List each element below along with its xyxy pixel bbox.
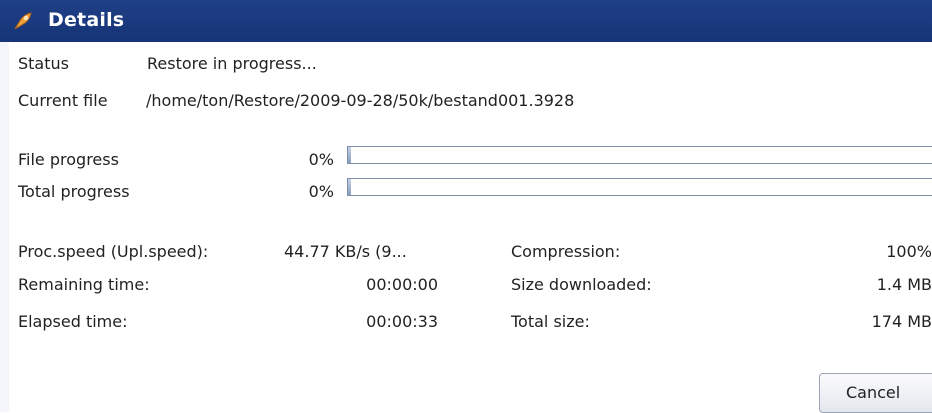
total-size-value: 174 MB bbox=[871, 312, 932, 331]
current-file-path: /home/ton/Restore/2009-09-28/50k/bestand… bbox=[146, 91, 575, 110]
proc-speed-value: 44.77 KB/s (9... bbox=[284, 242, 407, 261]
status-value: Restore in progress... bbox=[147, 54, 317, 73]
remaining-time-label: Remaining time: bbox=[18, 275, 150, 294]
cancel-button[interactable]: Cancel bbox=[819, 373, 932, 413]
proc-speed-label: Proc.speed (Upl.speed): bbox=[18, 242, 209, 261]
remaining-time-value: 00:00:00 bbox=[366, 275, 438, 294]
details-panel: Status Restore in progress... Current fi… bbox=[0, 42, 932, 412]
elapsed-time-label: Elapsed time: bbox=[18, 312, 128, 331]
compression-value: 100% bbox=[886, 242, 932, 261]
current-file-label: Current file bbox=[18, 91, 108, 110]
size-downloaded-value: 1.4 MB bbox=[876, 275, 932, 294]
file-progress-bar bbox=[347, 146, 932, 164]
size-downloaded-label: Size downloaded: bbox=[511, 275, 652, 294]
elapsed-time-value: 00:00:33 bbox=[366, 312, 438, 331]
title-bar[interactable]: Details bbox=[0, 0, 932, 42]
total-progress-bar bbox=[347, 178, 932, 196]
file-progress-percent: 0% bbox=[308, 150, 334, 169]
status-label: Status bbox=[18, 54, 69, 73]
window-title: Details bbox=[48, 9, 125, 31]
total-progress-percent: 0% bbox=[308, 182, 334, 201]
compression-label: Compression: bbox=[511, 242, 621, 261]
file-progress-label: File progress bbox=[18, 150, 119, 169]
details-window: Details Status Restore in progress... Cu… bbox=[0, 0, 932, 413]
restore-icon bbox=[12, 10, 34, 32]
total-progress-label: Total progress bbox=[18, 182, 130, 201]
total-size-label: Total size: bbox=[511, 312, 590, 331]
